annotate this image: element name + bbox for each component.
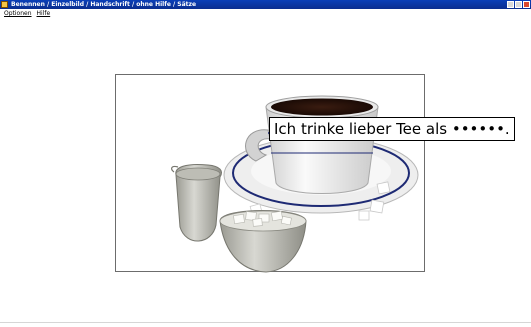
coffee-cup-picture <box>171 95 419 273</box>
app-icon <box>1 1 8 8</box>
sentence-text: Ich trinke lieber Tee als ••••••. <box>269 117 515 141</box>
menu-bar: Optionen Hilfe <box>0 9 531 18</box>
menu-help[interactable]: Hilfe <box>37 9 51 18</box>
minimize-button[interactable] <box>507 1 514 8</box>
bottom-divider <box>0 322 531 323</box>
maximize-button[interactable] <box>515 1 522 8</box>
window-title: Benennen / Einzelbild / Handschrift / oh… <box>11 1 197 8</box>
picture-frame <box>115 74 425 273</box>
menu-options[interactable]: Optionen <box>4 9 32 18</box>
title-bar: Benennen / Einzelbild / Handschrift / oh… <box>0 0 531 9</box>
window-controls <box>507 1 530 8</box>
close-button[interactable] <box>523 1 530 8</box>
